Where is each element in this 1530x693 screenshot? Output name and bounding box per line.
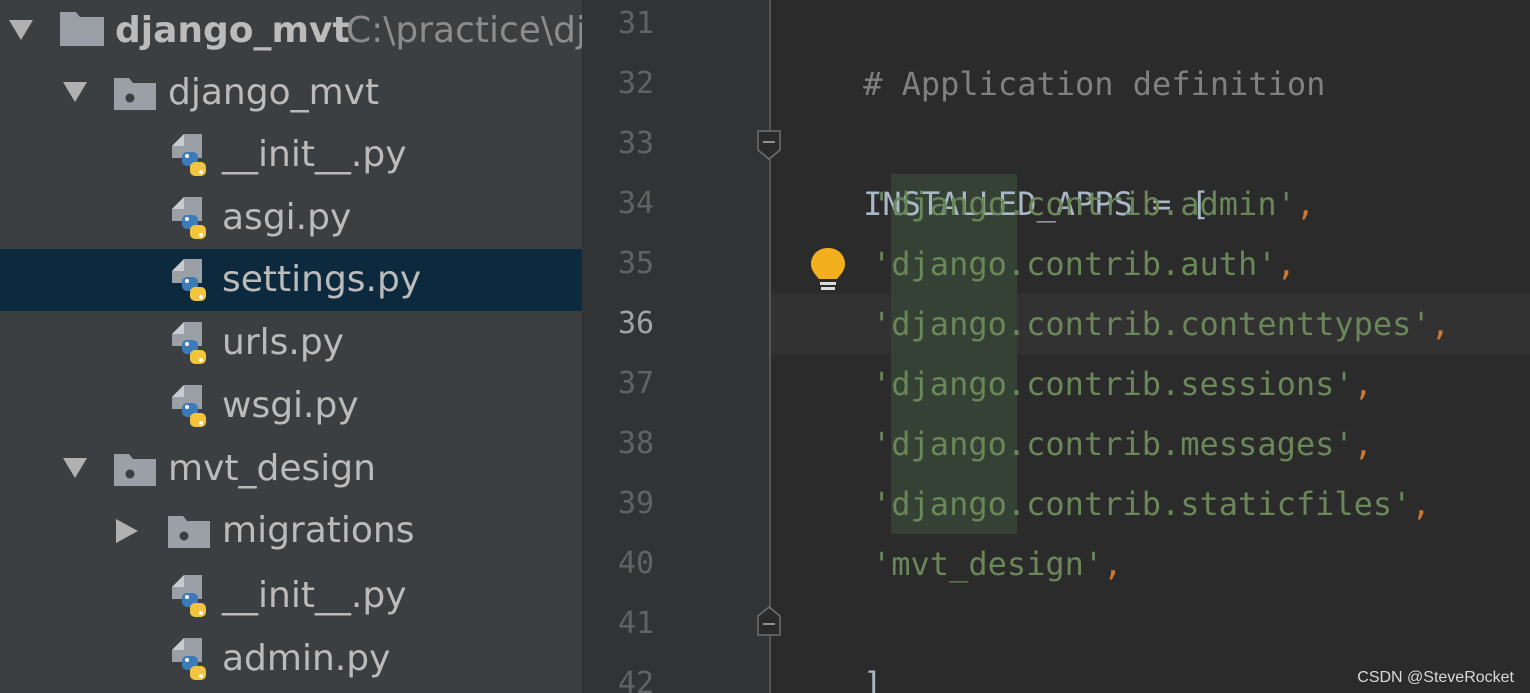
comma: , (1353, 365, 1373, 403)
tree-item-label: wsgi.py (222, 385, 359, 426)
comma: , (1295, 185, 1316, 223)
tree-item-label: urls.py (222, 322, 344, 363)
string-highlight: django (891, 245, 1007, 283)
tree-row-package[interactable]: django_mvt (0, 62, 582, 124)
tree-row-file[interactable]: urls.py (0, 312, 582, 374)
string-highlight: django (891, 185, 1007, 223)
tree-item-label: __init__.py (222, 575, 407, 616)
code-line: ] (786, 594, 882, 693)
tree-item-label: __init__.py (222, 134, 407, 175)
gutter-divider (769, 0, 771, 693)
tree-row-file[interactable]: __init__.py (0, 124, 582, 186)
closing-bracket: ] (863, 665, 883, 693)
string-quote: ' (872, 305, 892, 343)
tree-row-file[interactable]: admin.py (0, 628, 582, 690)
project-root-path: C:\practice\dja (346, 10, 582, 51)
string-literal: .contrib.messages' (1006, 425, 1354, 463)
code-line: 'django.contrib.messages', (872, 414, 1373, 474)
tree-item-label: asgi.py (222, 197, 352, 238)
string-highlight: django (891, 365, 1007, 403)
string-literal: .contrib.sessions' (1006, 365, 1354, 403)
code-line-current: 'django.contrib.contenttypes', (872, 294, 1450, 354)
tree-row-root[interactable]: django_mvt C:\practice\dja (0, 0, 582, 62)
triangle-right-icon[interactable] (112, 516, 142, 546)
string-quote: ' (872, 485, 892, 523)
package-folder-icon (114, 452, 156, 486)
python-file-icon (172, 197, 214, 243)
string-quote: ' (872, 365, 892, 403)
fold-marker-icon[interactable] (757, 606, 781, 636)
python-file-icon (172, 322, 214, 368)
tree-row-file[interactable]: wsgi.py (0, 375, 582, 437)
line-number: 31 (618, 6, 655, 41)
line-number: 37 (618, 366, 655, 401)
code-line: # Application definition (786, 0, 1325, 103)
project-tree-panel: django_mvt C:\practice\dja django_mvt __… (0, 0, 582, 693)
python-file-icon (172, 385, 214, 431)
triangle-down-icon[interactable] (60, 452, 90, 482)
string-quote: ' (872, 185, 892, 223)
string-literal: .contrib.staticfiles' (1006, 485, 1412, 523)
tree-row-file[interactable]: asgi.py (0, 187, 582, 249)
string-literal: 'mvt_design' (872, 545, 1104, 583)
comma: , (1411, 485, 1431, 523)
folder-icon (60, 10, 104, 46)
comma: , (1430, 305, 1450, 343)
line-number: 33 (618, 126, 655, 161)
tree-item-label: admin.py (222, 638, 391, 679)
python-file-icon (172, 134, 214, 180)
code-line: 'mvt_design', (872, 534, 1122, 594)
python-file-icon (172, 638, 214, 684)
line-number: 35 (618, 246, 655, 281)
string-literal: .contrib.admin' (1006, 185, 1296, 223)
package-folder-icon (114, 76, 156, 110)
tree-item-label: migrations (222, 510, 415, 551)
tree-item-label: settings.py (222, 259, 422, 300)
tree-row-package[interactable]: mvt_design (0, 438, 582, 500)
code-line: 'django.contrib.staticfiles', (872, 474, 1431, 534)
line-number-current: 36 (618, 306, 655, 341)
line-number: 34 (618, 186, 655, 221)
code-line: 'django.contrib.auth', (872, 234, 1296, 294)
comma: , (1276, 245, 1296, 283)
line-number: 41 (618, 606, 655, 641)
line-number: 42 (618, 666, 655, 693)
watermark: CSDN @SteveRocket (1357, 669, 1514, 686)
code-line: 'django.contrib.admin', (872, 174, 1315, 234)
tree-item-label: mvt_design (168, 448, 376, 489)
tree-item-label: django_mvt (168, 72, 380, 113)
string-quote: ' (872, 425, 892, 463)
comma: , (1103, 545, 1123, 583)
code-line: 'django.contrib.sessions', (872, 354, 1373, 414)
line-number: 32 (618, 66, 655, 101)
python-file-icon (172, 259, 214, 305)
triangle-down-icon[interactable] (60, 76, 90, 106)
tree-row-file[interactable]: __init__.py (0, 565, 582, 627)
comma: , (1353, 425, 1373, 463)
package-folder-icon (168, 514, 210, 548)
tree-row-package[interactable]: migrations (0, 500, 582, 562)
tree-row-file-selected[interactable]: settings.py (0, 249, 582, 311)
code-line: INSTALLED_APPS = [ (786, 114, 1210, 223)
code-editor[interactable]: 31 32 33 34 35 36 37 38 39 40 41 42 # Ap… (582, 0, 1530, 693)
string-highlight: django (891, 485, 1007, 523)
string-highlight: django (891, 425, 1007, 463)
string-quote: ' (872, 245, 892, 283)
code-comment: # Application definition (863, 65, 1326, 103)
string-literal: .contrib.auth' (1006, 245, 1277, 283)
python-file-icon (172, 575, 214, 621)
line-number: 40 (618, 546, 655, 581)
line-number: 38 (618, 426, 655, 461)
string-highlight: django (891, 305, 1007, 343)
line-number: 39 (618, 486, 655, 521)
fold-marker-icon[interactable] (757, 130, 781, 160)
string-literal: .contrib.contenttypes' (1006, 305, 1431, 343)
triangle-down-icon[interactable] (6, 14, 36, 44)
project-root-name: django_mvt (115, 10, 350, 51)
